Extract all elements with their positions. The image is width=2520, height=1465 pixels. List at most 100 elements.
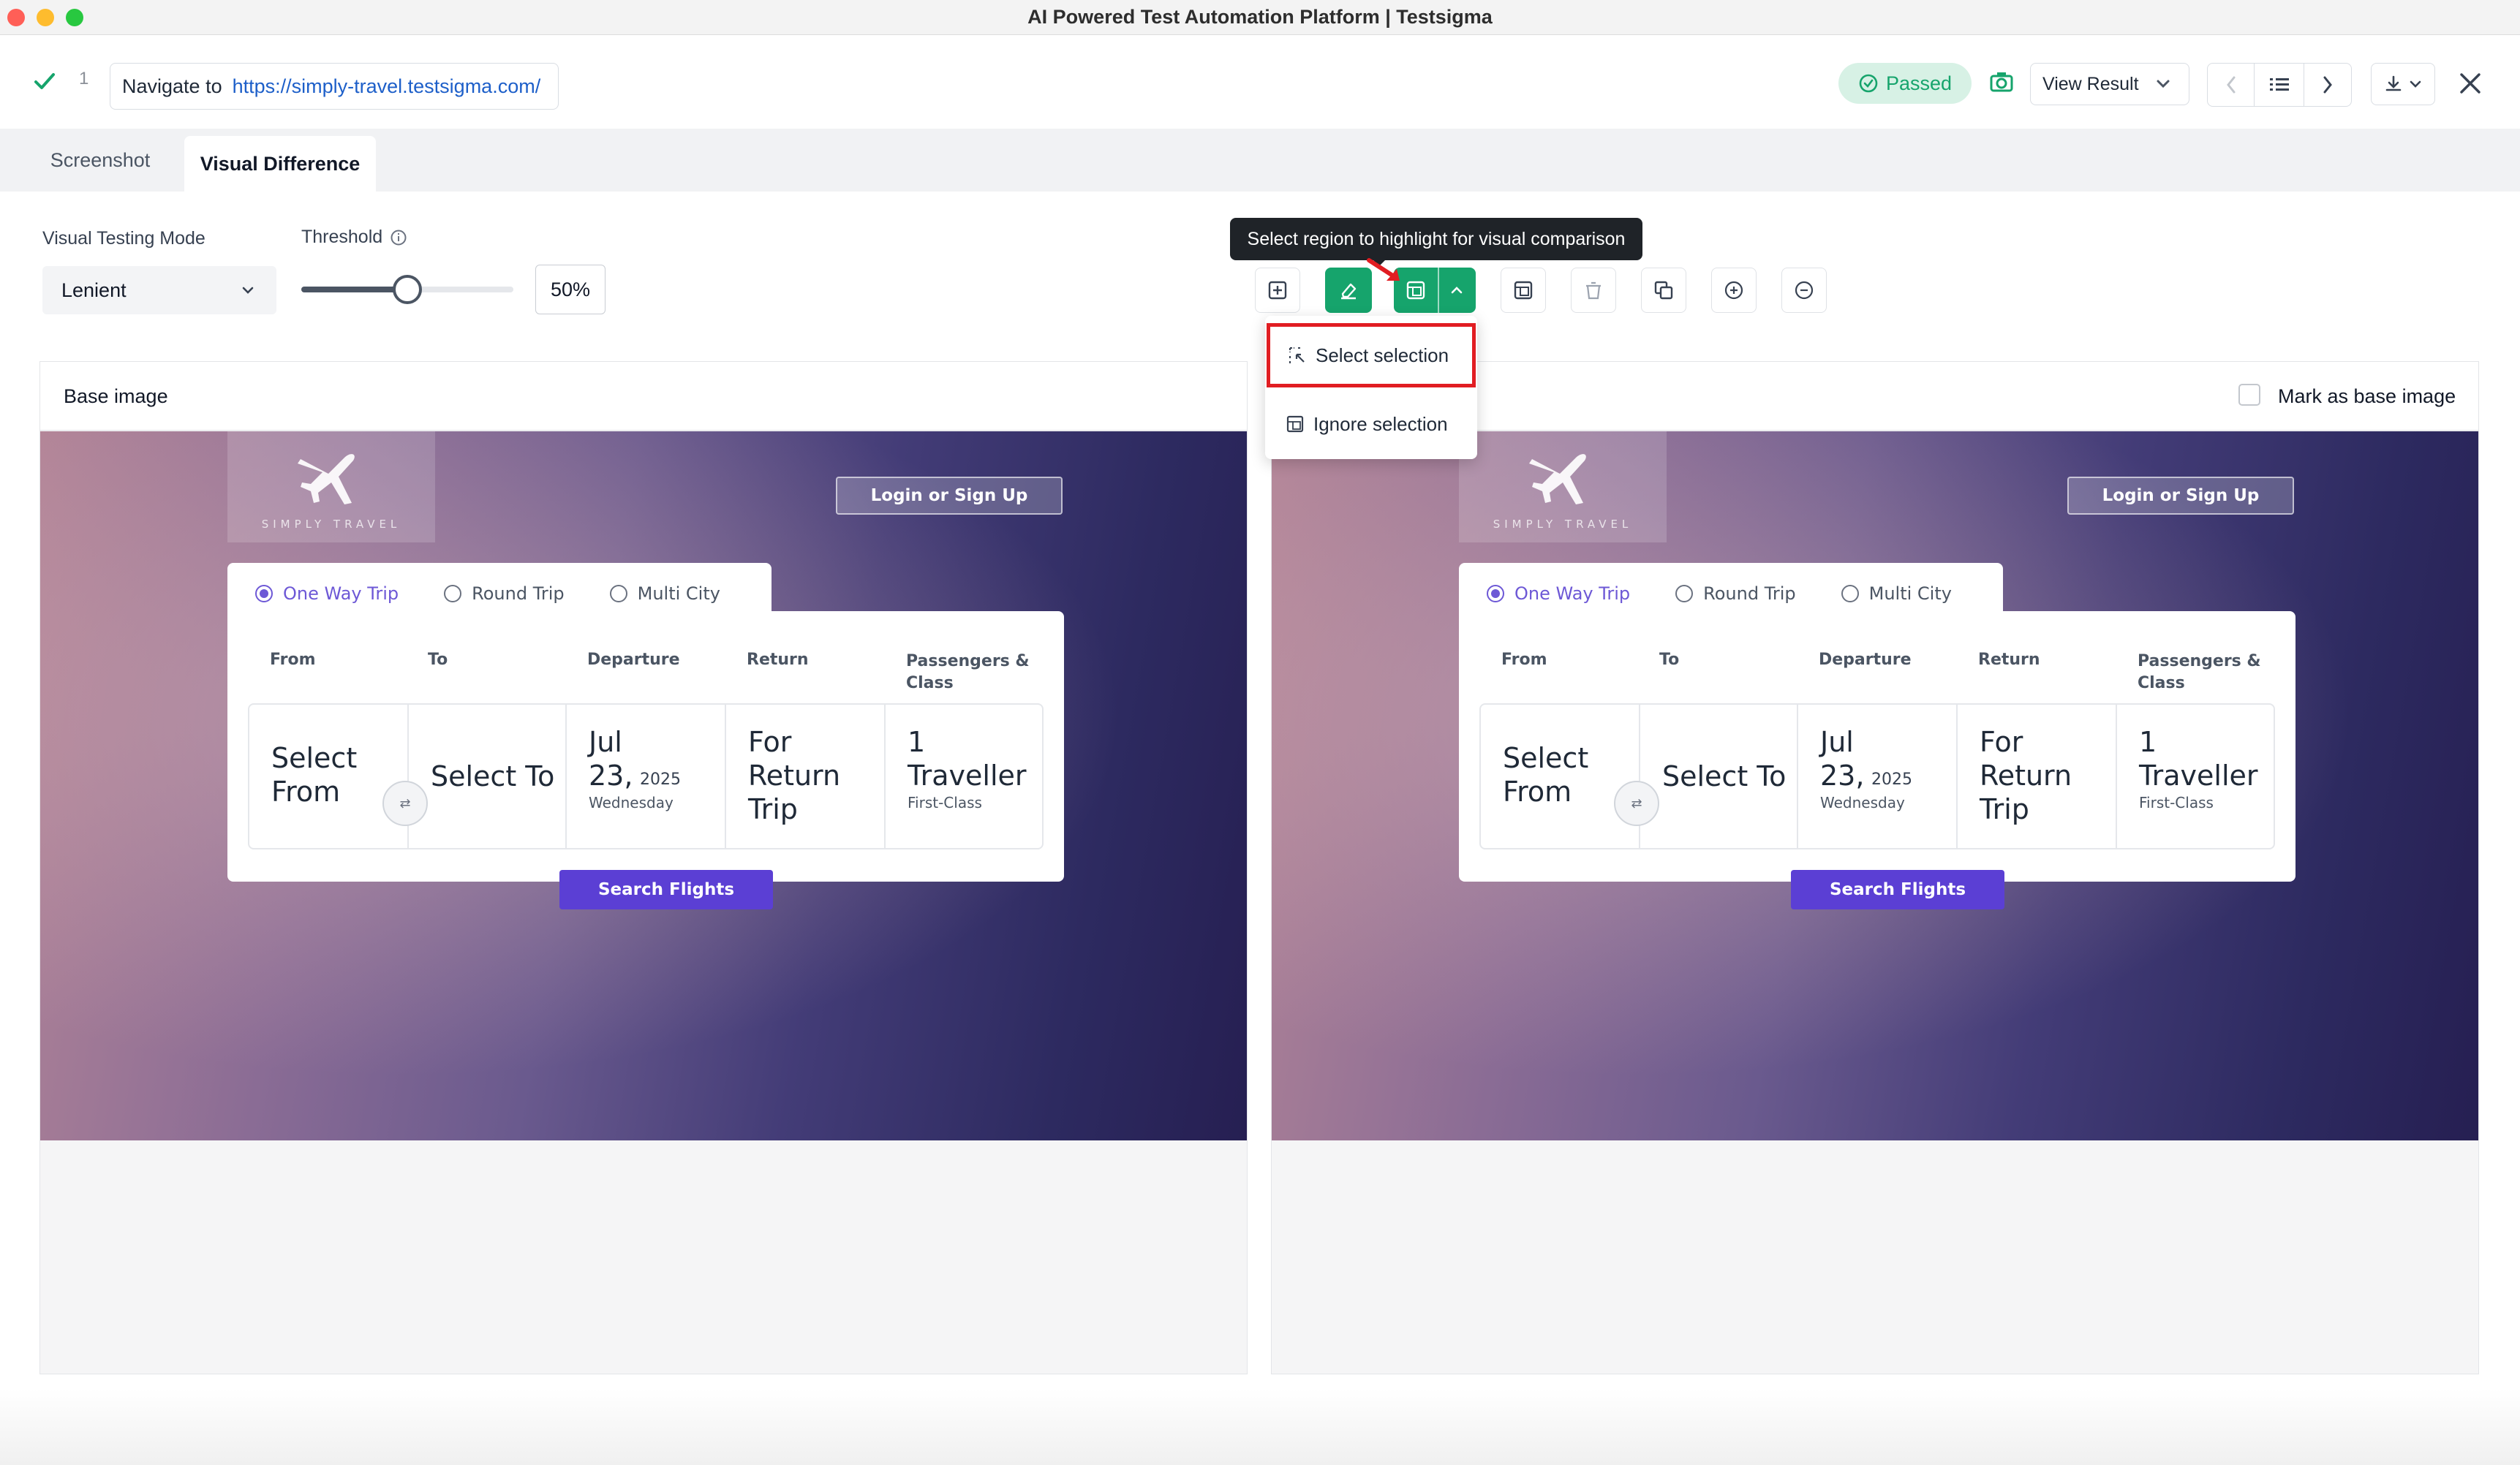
step-url-link[interactable]: https://simply-travel.testsigma.com/ xyxy=(233,75,541,98)
window-titlebar: AI Powered Test Automation Platform | Te… xyxy=(0,0,2520,35)
plane-logo-icon xyxy=(1529,454,1586,504)
to-value: Select To xyxy=(431,760,555,792)
zoom-out-button[interactable] xyxy=(1781,268,1827,313)
status-text: Passed xyxy=(1885,72,1953,94)
tab-screenshot[interactable]: Screenshot xyxy=(16,129,184,192)
passengers-value: 1 Traveller xyxy=(908,726,1027,792)
frame-icon xyxy=(1268,281,1287,300)
return-field[interactable]: For Return Trip xyxy=(726,705,886,848)
check-icon xyxy=(34,73,55,89)
from-header: From xyxy=(270,651,316,669)
next-step-button[interactable] xyxy=(2304,64,2351,106)
to-header: To xyxy=(428,651,448,669)
search-fields: Select From ⇄ Select To Jul 23, 2025 Wed… xyxy=(248,703,1044,849)
return-field[interactable]: For Return Trip xyxy=(1958,705,2117,848)
step-action: Navigate to https://simply-travel.testsi… xyxy=(110,63,559,110)
step-list-button[interactable] xyxy=(2255,64,2304,106)
base-screenshot: SIMPLY TRAVEL Login or Sign Up One Way T… xyxy=(40,431,1247,1140)
menu-item-label: Ignore selection xyxy=(1313,412,1448,435)
radio-multi-city[interactable] xyxy=(1841,585,1859,602)
from-header: From xyxy=(1501,651,1547,669)
tab-visual-difference[interactable]: Visual Difference xyxy=(184,136,376,192)
menu-item-ignore-selection[interactable]: Ignore selection xyxy=(1267,396,1476,452)
eraser-icon xyxy=(1341,283,1357,300)
chevron-up-icon xyxy=(1451,287,1463,294)
return-header: Return xyxy=(1978,651,2040,669)
region-select-split-button[interactable] xyxy=(1394,268,1476,313)
chevron-right-icon xyxy=(2323,76,2332,94)
passengers-field[interactable]: 1 Traveller First-Class xyxy=(886,705,1042,848)
departure-header: Departure xyxy=(1819,651,1912,669)
passengers-header: Passengers & Class xyxy=(906,652,1030,692)
trip-type-label: Round Trip xyxy=(1703,583,1796,604)
trip-type-label: Multi City xyxy=(1868,583,1952,604)
login-button[interactable]: Login or Sign Up xyxy=(2067,477,2294,515)
camera-icon[interactable] xyxy=(1989,70,2014,94)
threshold-label-group: Threshold xyxy=(301,227,407,248)
to-field[interactable]: Select To xyxy=(1640,705,1798,848)
zoom-in-button[interactable] xyxy=(1711,268,1757,313)
search-flights-button[interactable]: Search Flights xyxy=(559,870,773,909)
to-value: Select To xyxy=(1662,760,1787,792)
menu-item-select-selection[interactable]: Select selection xyxy=(1267,323,1476,387)
window-title: AI Powered Test Automation Platform | Te… xyxy=(1027,6,1493,28)
chevron-left-icon xyxy=(2226,76,2235,94)
departure-field[interactable]: Jul 23, 2025 Wednesday xyxy=(1798,705,1958,848)
select-region-icon xyxy=(1289,347,1305,363)
view-result-dropdown[interactable]: View Result xyxy=(2030,63,2189,105)
departure-day: Wednesday xyxy=(1820,794,1905,811)
view-result-label: View Result xyxy=(2042,73,2139,94)
threshold-value-input[interactable]: 50% xyxy=(535,265,606,314)
from-value: Select From xyxy=(271,742,358,808)
download-dropdown[interactable] xyxy=(2371,63,2435,105)
annotation-arrow-icon xyxy=(1367,258,1400,281)
current-screenshot: SIMPLY TRAVEL Login or Sign Up One Way T… xyxy=(1272,431,2478,1140)
mark-base-checkbox[interactable] xyxy=(2238,384,2260,406)
chevron-down-icon xyxy=(2157,80,2170,88)
radio-round-trip[interactable] xyxy=(1675,585,1694,602)
list-icon xyxy=(2269,78,2289,91)
radio-one-way[interactable] xyxy=(1487,585,1504,602)
fit-screen-button[interactable] xyxy=(1255,268,1300,313)
close-icon[interactable] xyxy=(2457,70,2483,96)
radio-round-trip[interactable] xyxy=(444,585,462,602)
trip-type-options: One Way Trip Round Trip Multi City xyxy=(1487,583,1952,604)
return-header: Return xyxy=(747,651,809,669)
window-bottom-edge xyxy=(0,1389,2520,1465)
radio-one-way[interactable] xyxy=(255,585,273,602)
step-number: 1 xyxy=(79,69,89,88)
visual-testing-mode-select[interactable]: Lenient xyxy=(42,266,276,314)
info-icon[interactable] xyxy=(390,229,407,246)
delete-button[interactable] xyxy=(1571,268,1616,313)
tooltip: Select region to highlight for visual co… xyxy=(1230,218,1642,260)
departure-field[interactable]: Jul 23, 2025 Wednesday xyxy=(567,705,726,848)
search-flights-button[interactable]: Search Flights xyxy=(1791,870,2004,909)
region-icon xyxy=(1406,281,1425,300)
ignore-region-icon xyxy=(1286,415,1304,433)
from-field[interactable]: Select From ⇄ xyxy=(249,705,428,848)
passengers-field[interactable]: 1 Traveller First-Class xyxy=(2117,705,2274,848)
passengers-header: Passengers & Class xyxy=(2138,652,2261,692)
copy-button[interactable] xyxy=(1641,268,1686,313)
from-field[interactable]: Select From ⇄ xyxy=(1481,705,1659,848)
previous-step-button[interactable] xyxy=(2208,64,2255,106)
departure-year: 2025 xyxy=(640,771,681,789)
trip-type-label: One Way Trip xyxy=(283,583,399,604)
mark-base-label: Mark as base image xyxy=(2278,385,2456,407)
ignore-region-button[interactable] xyxy=(1501,268,1546,313)
trip-type-options: One Way Trip Round Trip Multi City xyxy=(255,583,720,604)
login-button[interactable]: Login or Sign Up xyxy=(836,477,1063,515)
tab-bar: Screenshot Visual Difference xyxy=(0,129,2520,192)
region-options-toggle[interactable] xyxy=(1439,268,1474,313)
to-field[interactable]: Select To xyxy=(409,705,567,848)
threshold-slider-thumb[interactable] xyxy=(393,275,422,304)
base-panel-header: Base image xyxy=(40,362,1247,431)
zoom-in-icon xyxy=(1724,281,1743,300)
download-icon xyxy=(2385,75,2402,91)
chevron-down-icon xyxy=(2410,80,2421,88)
departure-day: Wednesday xyxy=(589,794,674,811)
threshold-label: Threshold xyxy=(301,227,383,247)
chevron-down-icon xyxy=(242,287,254,294)
radio-multi-city[interactable] xyxy=(609,585,627,602)
trip-type-label: Multi City xyxy=(637,583,720,604)
